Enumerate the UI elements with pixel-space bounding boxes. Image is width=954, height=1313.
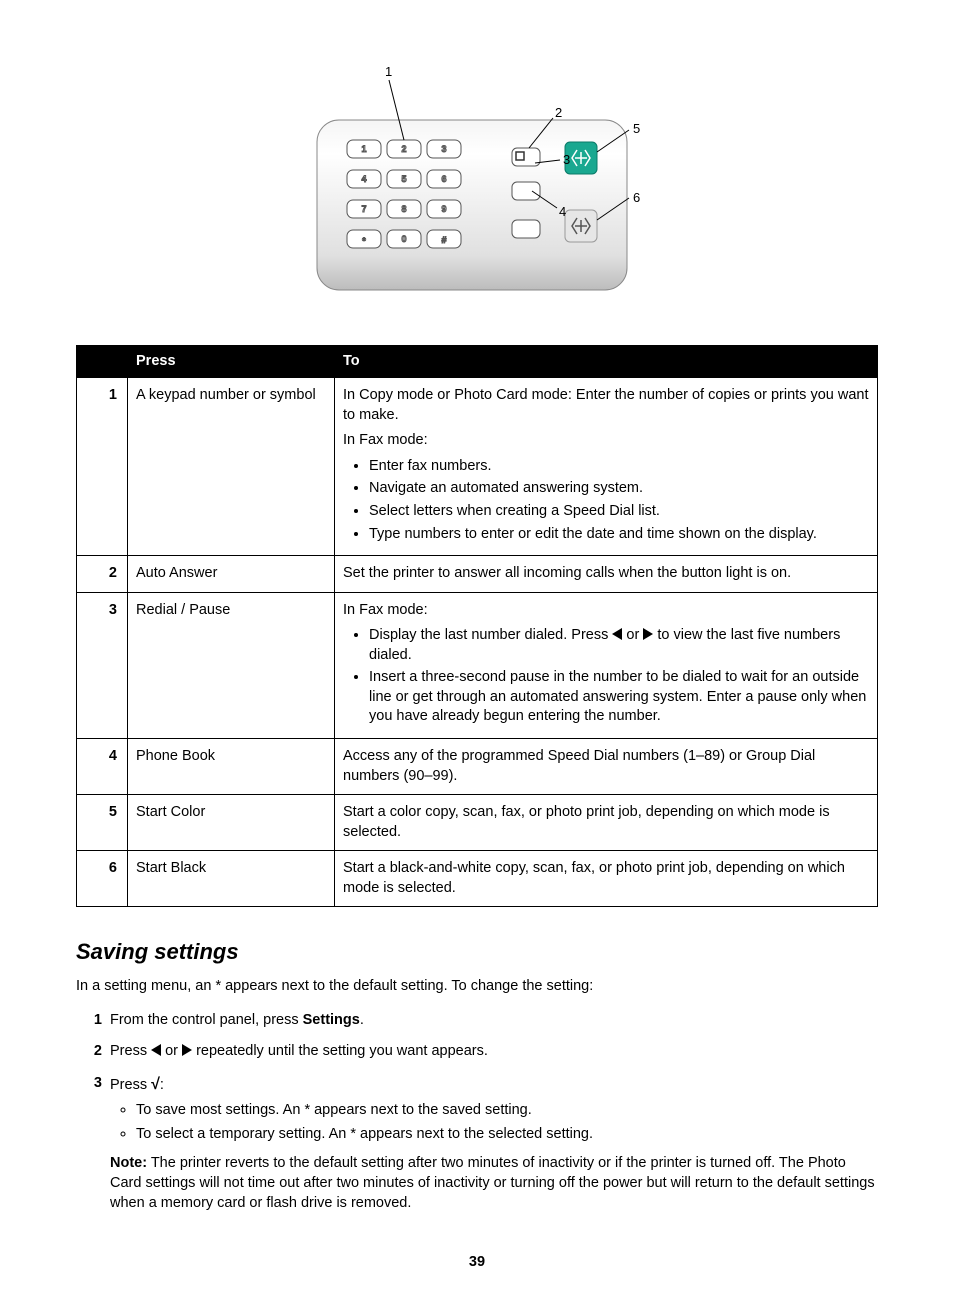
row-number: 5 <box>77 795 128 851</box>
to-cell: Start a black-and-white copy, scan, fax,… <box>335 851 878 907</box>
press-cell: Start Color <box>128 795 335 851</box>
table-row: 6Start BlackStart a black-and-white copy… <box>77 851 878 907</box>
right-arrow-icon <box>182 1044 192 1056</box>
svg-text:1: 1 <box>361 144 366 154</box>
svg-text:4: 4 <box>361 174 366 184</box>
table-row: 4Phone BookAccess any of the programmed … <box>77 739 878 795</box>
svg-text:9: 9 <box>441 204 446 214</box>
svg-text:2: 2 <box>401 144 406 154</box>
saving-settings-steps: 1From the control panel, press Settings.… <box>76 1011 878 1214</box>
button-reference-table: Press To 1A keypad number or symbolIn Co… <box>76 345 878 908</box>
svg-text:5: 5 <box>633 121 640 136</box>
svg-text:2: 2 <box>555 105 562 120</box>
svg-text:#: # <box>441 235 446 245</box>
press-cell: A keypad number or symbol <box>128 378 335 556</box>
control-panel-diagram: 1 2 3 4 5 6 7 8 9 * 0 # <box>76 60 878 317</box>
svg-text:6: 6 <box>633 190 640 205</box>
table-row: 5Start ColorStart a color copy, scan, fa… <box>77 795 878 851</box>
svg-text:8: 8 <box>401 204 406 214</box>
to-cell: In Fax mode:Display the last number dial… <box>335 592 878 738</box>
svg-text:7: 7 <box>361 204 366 214</box>
keypad-illustration: 1 2 3 4 5 6 7 8 9 * 0 # <box>307 60 647 310</box>
svg-text:6: 6 <box>441 174 446 184</box>
page-number: 39 <box>76 1253 878 1273</box>
step-item: 1From the control panel, press Settings. <box>76 1011 878 1037</box>
step-item: 3Press √:To save most settings. An * app… <box>76 1074 878 1213</box>
row-number: 4 <box>77 739 128 795</box>
svg-text:*: * <box>362 236 366 246</box>
svg-text:3: 3 <box>441 144 446 154</box>
to-cell: In Copy mode or Photo Card mode: Enter t… <box>335 378 878 556</box>
to-cell: Start a color copy, scan, fax, or photo … <box>335 795 878 851</box>
header-to: To <box>335 345 878 378</box>
svg-text:0: 0 <box>401 234 406 244</box>
to-cell: Set the printer to answer all incoming c… <box>335 556 878 593</box>
header-num <box>77 345 128 378</box>
check-icon: √ <box>151 1076 160 1093</box>
row-number: 1 <box>77 378 128 556</box>
left-arrow-icon <box>151 1044 161 1056</box>
press-cell: Start Black <box>128 851 335 907</box>
step-number: 3 <box>76 1074 110 1213</box>
step-body: Press √:To save most settings. An * appe… <box>110 1074 878 1213</box>
press-cell: Redial / Pause <box>128 592 335 738</box>
step-item: 2Press or repeatedly until the setting y… <box>76 1042 878 1068</box>
svg-text:4: 4 <box>559 204 566 219</box>
right-arrow-icon <box>643 628 653 640</box>
step-number: 1 <box>76 1011 110 1037</box>
table-row: 3Redial / PauseIn Fax mode:Display the l… <box>77 592 878 738</box>
to-cell: Access any of the programmed Speed Dial … <box>335 739 878 795</box>
step-body: From the control panel, press Settings. <box>110 1011 878 1037</box>
saving-settings-intro: In a setting menu, an * appears next to … <box>76 977 878 997</box>
saving-settings-heading: Saving settings <box>76 937 878 967</box>
press-cell: Phone Book <box>128 739 335 795</box>
left-arrow-icon <box>612 628 622 640</box>
row-number: 3 <box>77 592 128 738</box>
press-cell: Auto Answer <box>128 556 335 593</box>
svg-text:1: 1 <box>385 64 392 79</box>
table-row: 2Auto AnswerSet the printer to answer al… <box>77 556 878 593</box>
header-press: Press <box>128 345 335 378</box>
svg-text:3: 3 <box>563 152 570 167</box>
svg-text:5: 5 <box>401 174 406 184</box>
row-number: 6 <box>77 851 128 907</box>
step-body: Press or repeatedly until the setting yo… <box>110 1042 878 1068</box>
row-number: 2 <box>77 556 128 593</box>
step-number: 2 <box>76 1042 110 1068</box>
table-row: 1A keypad number or symbolIn Copy mode o… <box>77 378 878 556</box>
